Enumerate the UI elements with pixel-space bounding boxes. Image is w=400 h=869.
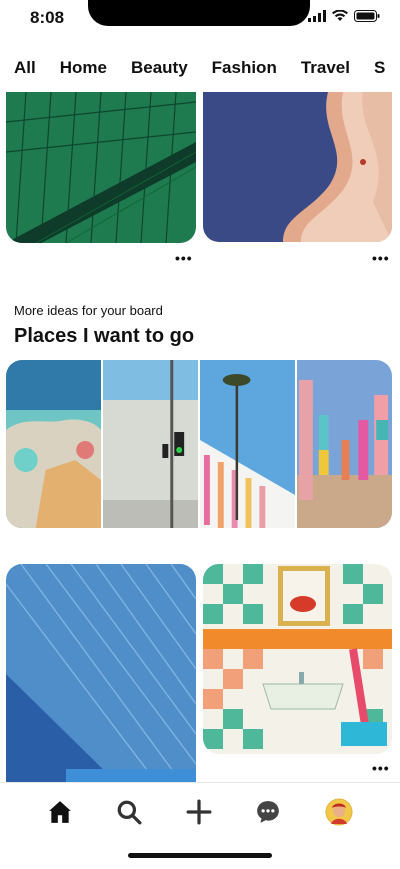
status-time: 8:08 <box>30 8 65 27</box>
signal-icon <box>308 10 326 22</box>
pin-pink-path[interactable] <box>203 92 392 242</box>
system-icons <box>308 10 380 22</box>
section-title[interactable]: Places I want to go <box>14 325 194 348</box>
board-collage[interactable] <box>6 360 392 528</box>
wifi-icon <box>332 10 348 21</box>
board-image-3 <box>200 360 295 528</box>
pin-image <box>203 92 392 242</box>
pin-image <box>6 564 196 782</box>
battery-icon <box>354 10 380 22</box>
board-image-1 <box>6 360 101 528</box>
pin-blue-stripes[interactable] <box>6 564 196 782</box>
tab-fashion[interactable]: Fashion <box>212 48 277 92</box>
more-options-icon[interactable]: ••• <box>372 250 390 266</box>
tab-more[interactable]: S <box>374 48 385 92</box>
pin-green-court[interactable] <box>6 92 196 243</box>
tab-home[interactable]: Home <box>60 48 107 92</box>
more-options-icon[interactable]: ••• <box>372 760 390 776</box>
device-notch <box>88 0 310 26</box>
status-bar: 8:08 <box>0 0 400 36</box>
pin-image <box>6 92 196 243</box>
search-icon[interactable] <box>114 797 144 827</box>
board-image-4 <box>297 360 392 528</box>
add-icon[interactable] <box>184 797 214 827</box>
pin-image <box>203 564 392 754</box>
profile-avatar[interactable] <box>324 797 354 827</box>
pin-tiled-bathroom[interactable] <box>203 564 392 754</box>
category-tabs: All Home Beauty Fashion Travel S <box>0 48 400 92</box>
tab-beauty[interactable]: Beauty <box>131 48 188 92</box>
messages-icon[interactable] <box>253 797 283 827</box>
board-image-2 <box>103 360 198 528</box>
home-icon[interactable] <box>45 797 75 827</box>
tab-all[interactable]: All <box>14 48 36 92</box>
section-subtitle: More ideas for your board <box>14 303 163 318</box>
more-options-icon[interactable]: ••• <box>175 250 193 266</box>
tab-travel[interactable]: Travel <box>301 48 350 92</box>
home-indicator <box>128 853 272 858</box>
